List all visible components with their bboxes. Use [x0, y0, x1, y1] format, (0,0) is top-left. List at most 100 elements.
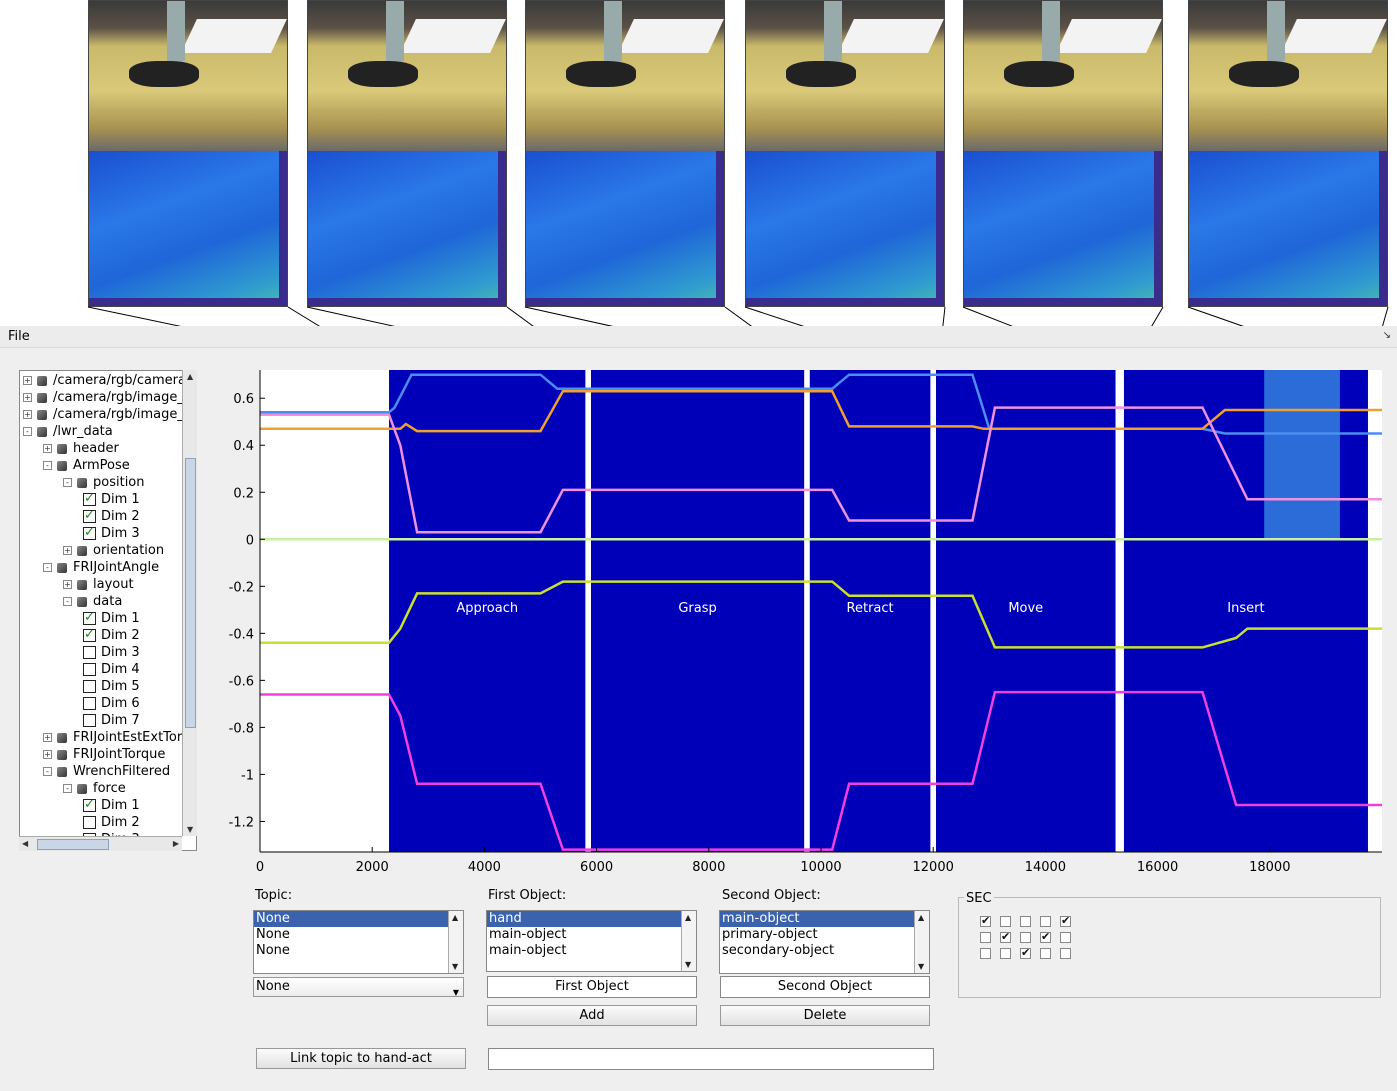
checkbox[interactable]	[83, 490, 96, 507]
checkbox[interactable]	[83, 626, 96, 643]
list-item[interactable]: primary-object	[720, 927, 929, 943]
delete-button[interactable]: Delete	[720, 1005, 930, 1026]
scroll-down-icon[interactable]: ▼	[918, 962, 924, 971]
tree-checkbox-item[interactable]: Dim 1	[83, 490, 140, 508]
list-scrollbar[interactable]: ▲ ▼	[914, 911, 929, 973]
tree-folder-item[interactable]: - /lwr_data	[23, 423, 113, 440]
sec-checkbox[interactable]	[1060, 932, 1071, 943]
scroll-up-icon[interactable]: ▲	[187, 372, 193, 381]
scroll-right-icon[interactable]: ▶	[173, 839, 179, 848]
second-object-field[interactable]: Second Object	[720, 976, 930, 998]
tree-folder-item[interactable]: - force	[63, 780, 126, 797]
sec-checkbox[interactable]	[1040, 930, 1051, 943]
checkbox[interactable]	[83, 663, 96, 676]
list-scrollbar[interactable]: ▲ ▼	[448, 911, 463, 973]
tree-folder-item[interactable]: + header	[43, 440, 119, 457]
checkbox[interactable]	[83, 524, 96, 541]
tree-folder-item[interactable]: + orientation	[63, 542, 164, 559]
scroll-down-icon[interactable]: ▼	[685, 960, 691, 969]
checkbox[interactable]	[83, 680, 96, 693]
tree-checkbox-item[interactable]: Dim 2	[83, 507, 140, 525]
tree-checkbox-item[interactable]: Dim 1	[83, 609, 140, 627]
sec-checkbox[interactable]	[1000, 948, 1011, 959]
tree-folder-item[interactable]: + /camera/rgb/image_	[23, 406, 184, 423]
sec-checkbox[interactable]	[980, 914, 991, 927]
expand-icon[interactable]: +	[43, 733, 52, 742]
sec-checkbox[interactable]	[1040, 916, 1051, 927]
tree-checkbox-item[interactable]: Dim 5	[83, 678, 140, 695]
list-item[interactable]: None	[254, 927, 463, 943]
sec-checkbox[interactable]	[1020, 946, 1031, 959]
checkbox[interactable]	[83, 816, 96, 829]
expand-icon[interactable]: +	[23, 376, 32, 385]
topic-tree[interactable]: +/camera/rgb/camera_ +/camera/rgb/image_ +…	[19, 370, 197, 851]
collapse-icon[interactable]: -	[63, 597, 72, 606]
collapse-icon[interactable]: -	[43, 461, 52, 470]
collapse-icon[interactable]: -	[43, 563, 52, 572]
tree-folder-item[interactable]: + FRIJointEstExtTor	[43, 729, 182, 746]
sec-checkbox[interactable]	[1060, 914, 1071, 927]
expand-icon[interactable]: +	[43, 444, 52, 453]
sec-checkbox[interactable]	[1060, 948, 1071, 959]
menu-file[interactable]: File	[8, 329, 30, 344]
collapse-icon[interactable]: -	[63, 478, 72, 487]
topic-listbox[interactable]: None None None ▲ ▼	[253, 910, 464, 974]
tree-vertical-scrollbar[interactable]: ▲ ▼	[182, 370, 197, 836]
second-object-listbox[interactable]: main-object primary-object secondary-objec…	[719, 910, 930, 974]
list-item[interactable]: None	[254, 911, 463, 927]
list-item[interactable]: None	[254, 943, 463, 959]
checkbox[interactable]	[83, 609, 96, 626]
checkbox[interactable]	[83, 714, 96, 727]
first-object-field[interactable]: First Object	[487, 976, 697, 998]
checkbox[interactable]	[83, 796, 96, 813]
expand-icon[interactable]: +	[63, 546, 72, 555]
sec-checkbox[interactable]	[1000, 916, 1011, 927]
tree-checkbox-item[interactable]: Dim 1	[83, 796, 140, 814]
link-field[interactable]	[488, 1048, 934, 1070]
list-scrollbar[interactable]: ▲ ▼	[681, 911, 696, 971]
tree-folder-item[interactable]: - FRIJointAngle	[43, 559, 159, 576]
list-item[interactable]: main-object	[720, 911, 929, 927]
tree-folder-item[interactable]: + FRIJointTorque	[43, 746, 165, 763]
sec-checkbox[interactable]	[1020, 916, 1031, 927]
expand-icon[interactable]: +	[43, 750, 52, 759]
tree-checkbox-item[interactable]: Dim 7	[83, 712, 140, 729]
list-item[interactable]: main-object	[487, 927, 696, 943]
sec-checkbox[interactable]	[1040, 948, 1051, 959]
checkbox[interactable]	[83, 646, 96, 659]
scroll-up-icon[interactable]: ▲	[685, 913, 691, 922]
tree-folder-item[interactable]: - position	[63, 474, 145, 491]
sec-checkbox[interactable]	[1000, 930, 1011, 943]
checkbox[interactable]	[83, 697, 96, 710]
checkbox[interactable]	[83, 507, 96, 524]
list-item[interactable]: secondary-object	[720, 943, 929, 959]
scroll-thumb[interactable]	[185, 458, 196, 728]
tree-folder-item[interactable]: + /camera/rgb/camera_	[23, 372, 192, 389]
sec-checkbox[interactable]	[980, 932, 991, 943]
tree-folder-item[interactable]: - WrenchFiltered	[43, 763, 170, 780]
scroll-down-icon[interactable]: ▼	[452, 962, 458, 971]
scroll-up-icon[interactable]: ▲	[452, 913, 458, 922]
tree-folder-item[interactable]: + layout	[63, 576, 134, 593]
tree-checkbox-item[interactable]: Dim 3	[83, 644, 140, 661]
add-button[interactable]: Add	[487, 1005, 697, 1026]
tree-folder-item[interactable]: - ArmPose	[43, 457, 130, 474]
list-item[interactable]: main-object	[487, 943, 696, 959]
collapse-icon[interactable]: -	[43, 767, 52, 776]
tree-horizontal-scrollbar[interactable]: ◀ ▶	[19, 836, 182, 851]
tree-folder-item[interactable]: + /camera/rgb/image_	[23, 389, 184, 406]
tree-checkbox-item[interactable]: Dim 2	[83, 626, 140, 644]
tree-checkbox-item[interactable]: Dim 4	[83, 661, 140, 678]
scroll-thumb[interactable]	[37, 839, 109, 850]
expand-icon[interactable]: +	[23, 393, 32, 402]
expand-icon[interactable]: +	[63, 580, 72, 589]
list-item[interactable]: hand	[487, 911, 696, 927]
tree-checkbox-item[interactable]: Dim 3	[83, 524, 140, 542]
tree-checkbox-item[interactable]: Dim 6	[83, 695, 140, 712]
scroll-left-icon[interactable]: ◀	[22, 839, 28, 848]
topic-dropdown[interactable]: None ▼	[253, 977, 464, 997]
tree-checkbox-item[interactable]: Dim 2	[83, 814, 140, 831]
sec-checkbox[interactable]	[1020, 932, 1031, 943]
link-topic-button[interactable]: Link topic to hand-act	[256, 1048, 466, 1069]
collapse-icon[interactable]: -	[23, 427, 32, 436]
